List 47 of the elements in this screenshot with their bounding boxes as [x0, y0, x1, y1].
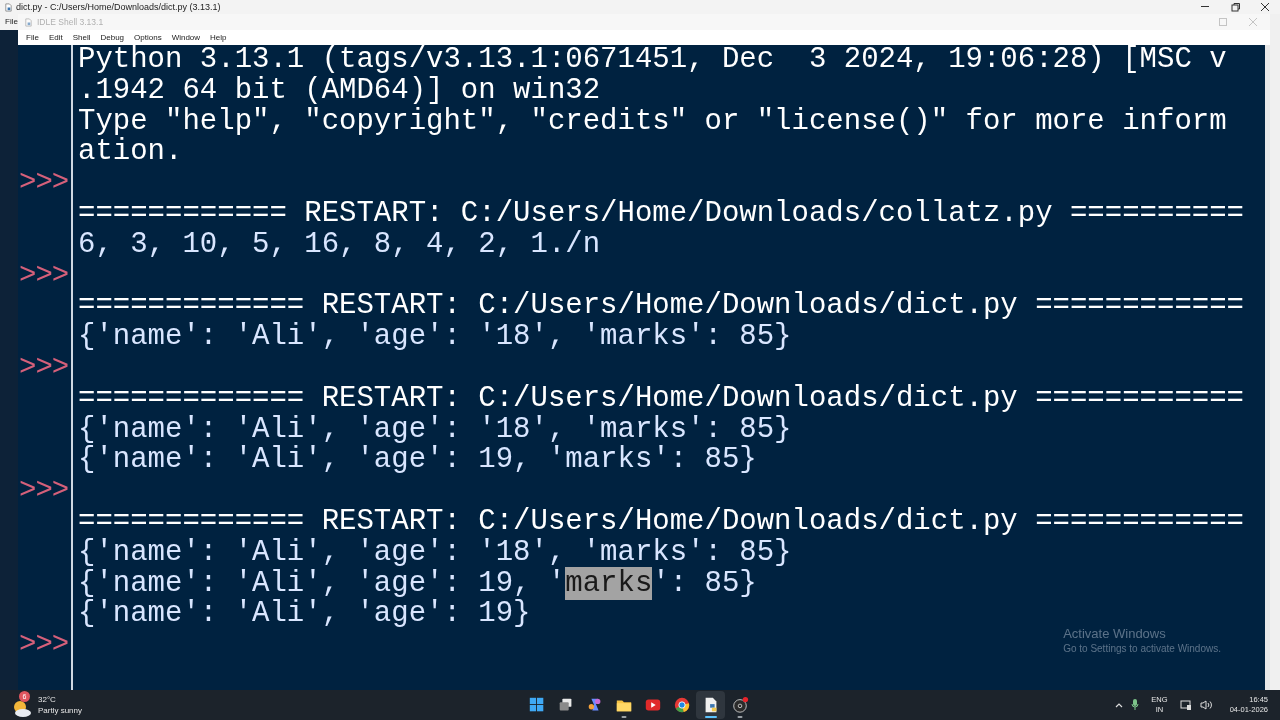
output-line: 6, 3, 10, 5, 16, 8, 4, 2, 1./n — [78, 227, 601, 261]
minimize-icon — [1201, 6, 1209, 8]
recorder-icon — [730, 696, 749, 714]
prompt-marker: >>> — [19, 166, 69, 200]
browser-icon — [672, 696, 691, 714]
start-icon — [527, 696, 546, 714]
prompt-marker: >>> — [19, 474, 69, 508]
banner-text: ation. — [78, 135, 183, 169]
output-line: {'name': 'Ali', 'age': 19} — [78, 597, 531, 631]
output-line: {'name': 'Ali', 'age': '18', 'marks': 85} — [78, 320, 792, 354]
close-icon — [1261, 3, 1269, 11]
temperature-text: 32°C — [38, 694, 57, 705]
speaker-icon[interactable] — [1199, 700, 1212, 710]
network-icon[interactable] — [1179, 699, 1192, 711]
menu-item[interactable]: Shell — [67, 30, 96, 45]
prompt-marker: >>> — [19, 628, 69, 662]
microphone-icon[interactable] — [1131, 699, 1140, 711]
restart-line: ============= RESTART: C:/Users/Home/Downloads/dict.py ============ — [78, 289, 1244, 323]
restart-line: ============ RESTART: C:/Users/Home/Downloads/collatz.py ========== — [78, 197, 1244, 230]
output-line: {'name': 'Ali', 'age': 19, 'marks': 85} — [78, 566, 757, 600]
output-line: {'name': 'Ali', 'age': 19, 'marks': 85} — [78, 443, 757, 477]
taskbar-app-button[interactable] — [696, 691, 725, 719]
chevron-up-icon[interactable] — [1115, 702, 1124, 708]
menu-item[interactable]: Window — [166, 30, 206, 45]
restart-line: ============= RESTART: C:/Users/Home/Downloads/dict.py ============ — [78, 381, 1244, 415]
output-line: {'name': 'Ali', 'age': '18', 'marks': 85} — [78, 412, 792, 446]
banner-text: Type "help", "copyright", "credits" or "license()" for more inform — [78, 104, 1227, 138]
menu-item[interactable]: Help — [205, 30, 232, 45]
activation-title: Activate Windows — [1063, 626, 1167, 642]
menu-item[interactable]: Edit — [43, 30, 68, 45]
weather-condition: Partly sunny — [38, 705, 83, 716]
activation-message: Go to Settings to activate Windows. — [1063, 642, 1221, 656]
prompt-marker: >>> — [19, 258, 69, 292]
window-title: IDLE Shell 3.13.1 — [37, 16, 104, 29]
prompt-marker: >>> — [19, 350, 69, 384]
window-title: dict.py - C:/Users/Home/Downloads/dict.py (3.13.1) — [16, 1, 221, 14]
restore-icon — [1230, 2, 1240, 12]
maximize-icon — [1219, 18, 1227, 26]
output-line: {'name': 'Ali', 'age': '18', 'marks': 85} — [78, 535, 792, 569]
menu-item[interactable]: File — [18, 30, 44, 45]
menu-item[interactable]: Options — [129, 30, 167, 45]
banner-text: Python 3.13.1 (tags/v3.13.1:0671451, Dec 3 2024, 19:06:28) [MSC v — [78, 43, 1227, 76]
close-icon — [1249, 18, 1257, 26]
banner-text: .1942 64 bit (AMD64)] on win32 — [78, 73, 601, 107]
menu-item[interactable]: Debug — [95, 30, 130, 45]
python-file-icon — [24, 17, 33, 27]
restart-line: ============= RESTART: C:/Users/Home/Downloads/dict.py ============ — [78, 504, 1244, 538]
